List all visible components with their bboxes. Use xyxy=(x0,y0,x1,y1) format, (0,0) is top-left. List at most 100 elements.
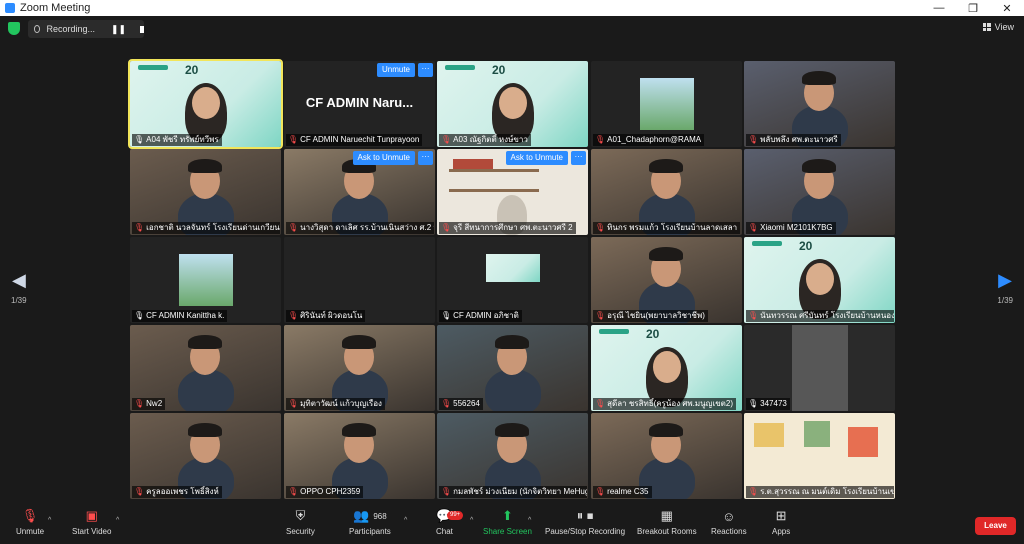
more-options-icon[interactable]: ··· xyxy=(571,151,586,165)
participant-namebar: 🎙 ทินกร พรมแก้ว โรงเรียนบ้านลาดเสลา xyxy=(593,222,741,234)
participant-name: ครูลออเพชร โพธิ์สิงห์ xyxy=(146,487,219,496)
participant-tile[interactable]: 🎙 ศิรินันท์ ผิวดอนโน xyxy=(284,237,435,323)
participant-name: ทินกร พรมแก้ว โรงเรียนบ้านลาดเสลา xyxy=(607,223,738,232)
participant-tile[interactable]: Ask to Unmute ··· 🎙 จุรี สีทนาการศึกษา ศพ.ต… xyxy=(437,149,588,235)
close-button[interactable]: ✕ xyxy=(990,2,1024,15)
participants-chevron-icon[interactable]: ^ xyxy=(404,517,407,524)
participant-tile[interactable]: 🎙 556264 xyxy=(437,325,588,411)
participant-tile[interactable]: 20 🎙 นันทวรรณ ศรีบันทร์ โรงเรียนบ้านหนองบั… xyxy=(744,237,895,323)
window-title: Zoom Meeting xyxy=(20,2,91,14)
participant-tile[interactable]: 🎙 CF ADMIN Kanittha k. xyxy=(130,237,281,323)
view-button[interactable]: View xyxy=(982,22,1014,32)
mic-muted-icon: 🎙 xyxy=(595,311,606,320)
microphone-muted-icon: 🎙 xyxy=(21,508,39,523)
apps-label: Apps xyxy=(772,527,791,536)
previous-page-arrow-icon[interactable]: ◀ xyxy=(12,270,26,291)
participant-tile[interactable]: 20 🎙 สุดีลา ชรสิทธิ์(ครูน้อง ศพ.มนูญเขต2) xyxy=(591,325,742,411)
security-button[interactable]: ⛨ Security xyxy=(286,507,315,536)
participant-tile[interactable]: 🎙 Xiaomi M2101K7BG xyxy=(744,149,895,235)
participant-tile[interactable]: 🎙 อรุณี ไชยิน(พยาบาลวิชาชีพ) xyxy=(591,237,742,323)
unmute-participant-button[interactable]: Unmute xyxy=(376,63,415,77)
participant-tile[interactable]: 🎙 ทินกร พรมแก้ว โรงเรียนบ้านลาดเสลา xyxy=(591,149,742,235)
participants-label: Participants xyxy=(349,527,391,536)
stop-recording-icon[interactable] xyxy=(140,25,144,33)
participant-tile[interactable]: Ask to Unmute ··· 🎙 นางวิสุดา ดาเลิศ รร.บ้า… xyxy=(284,149,435,235)
participants-icon: 👥 968 xyxy=(353,508,387,523)
mic-muted-icon: 🎙 xyxy=(134,223,145,232)
participant-name: กมลพัชร์ ม่วงเนียม (นักจิตวิทยา MeHug) xyxy=(453,487,587,496)
participant-tile[interactable]: 🎙 CF ADMIN อภิชาติ xyxy=(437,237,588,323)
participant-tile[interactable]: 🎙 Nw2 xyxy=(130,325,281,411)
participant-name: OPPO CPH2359 xyxy=(300,487,361,496)
participant-tile[interactable]: 20 🎙 A04 พัชรี ทรัพย์ทวีพร xyxy=(128,59,283,149)
reactions-button[interactable]: ☺ Reactions xyxy=(711,507,747,537)
recording-indicator: Recording... ❚❚ xyxy=(28,20,144,38)
participant-namebar: 🎙 CF ADMIN อภิชาติ xyxy=(439,310,522,322)
mic-muted-icon: 🎙 xyxy=(134,399,145,408)
more-options-icon[interactable]: ··· xyxy=(418,63,433,77)
unmute-button[interactable]: 🎙 Unmute xyxy=(16,507,44,536)
mic-muted-icon: 🎙 xyxy=(441,399,452,408)
chat-chevron-icon[interactable]: ^ xyxy=(470,517,473,524)
recording-label: Recording... xyxy=(46,24,95,34)
meeting-topbar: Recording... ❚❚ View xyxy=(0,16,1024,42)
mic-icon: 🎙 xyxy=(441,311,452,320)
participant-name: Xiaomi M2101K7BG xyxy=(760,223,833,232)
mic-muted-icon: 🎙 xyxy=(595,223,606,232)
pause-recording-icon[interactable]: ❚❚ xyxy=(111,24,126,35)
chat-unread-badge: 99+ xyxy=(447,511,464,520)
encryption-shield-icon[interactable] xyxy=(8,22,20,35)
participants-button[interactable]: 👥 968 Participants xyxy=(349,507,391,536)
mic-muted-icon: 🎙 xyxy=(748,135,759,144)
view-label: View xyxy=(994,22,1014,32)
ask-to-unmute-button[interactable]: Ask to Unmute xyxy=(352,151,415,165)
banner-number: 20 xyxy=(492,63,506,77)
participant-tile[interactable]: 🎙 realme C35 xyxy=(591,413,742,499)
participant-tile[interactable]: 🎙 347473 xyxy=(744,325,895,411)
mic-muted-icon: 🎙 xyxy=(595,135,606,144)
tile-display-name: CF ADMIN Naru... xyxy=(305,95,414,110)
audio-options-chevron-icon[interactable]: ^ xyxy=(48,517,51,524)
participant-tile[interactable]: CF ADMIN Naru... Unmute ··· 🎙 CF ADMIN Narue… xyxy=(284,61,435,147)
participant-name: Nw2 xyxy=(146,399,163,408)
participant-tile[interactable]: 🎙ร.ต.สุวรรณ ณ มนต์เดิม โรงเรียนบ้านเขาวง… xyxy=(744,413,895,499)
participant-tile[interactable]: 🎙 ครูลออเพชร โพธิ์สิงห์ xyxy=(130,413,281,499)
participant-tile[interactable]: 🎙 กมลพัชร์ ม่วงเนียม (นักจิตวิทยา MeHug) xyxy=(437,413,588,499)
video-options-chevron-icon[interactable]: ^ xyxy=(116,517,119,524)
minimize-button[interactable]: — xyxy=(922,2,956,14)
ask-to-unmute-button[interactable]: Ask to Unmute xyxy=(505,151,568,165)
apps-button[interactable]: ⊞ Apps xyxy=(772,507,790,536)
participant-namebar: 🎙 CF ADMIN Kanittha k. xyxy=(132,310,228,322)
participant-namebar: 🎙 Xiaomi M2101K7BG xyxy=(746,222,836,234)
zoom-app-icon xyxy=(5,3,15,13)
start-video-button[interactable]: ▣ Start Video xyxy=(72,507,111,536)
security-label: Security xyxy=(286,527,315,536)
participant-namebar: 🎙 Nw2 xyxy=(132,398,166,410)
share-screen-label: Share Screen xyxy=(483,527,532,536)
participant-namebar: 🎙 347473 xyxy=(746,398,790,410)
next-page-arrow-icon[interactable]: ▶ xyxy=(998,270,1012,291)
share-options-chevron-icon[interactable]: ^ xyxy=(528,517,531,524)
share-screen-button[interactable]: ⬆ Share Screen xyxy=(483,507,532,536)
participant-name: A01_Chadaphorn@RAMA xyxy=(607,135,702,144)
pause-stop-icon: ⏸ ⏹ xyxy=(576,508,594,523)
breakout-rooms-label: Breakout Rooms xyxy=(637,527,697,536)
participant-tile[interactable]: 🎙เอกชาติ นวลจันทร์ โรงเรียนด่านเกวียนวิท… xyxy=(130,149,281,235)
page-indicator-left: 1/39 xyxy=(11,296,27,305)
participant-tile[interactable]: 20 🎙 A03 ณัฐกิตติ์ หงษ์ขาว xyxy=(437,61,588,147)
participant-namebar: 🎙 556264 xyxy=(439,398,483,410)
maximize-button[interactable]: ❐ xyxy=(956,2,990,15)
participant-tile[interactable]: 🎙 มุทิตาวัฒน์ แก้วบุญเรือง xyxy=(284,325,435,411)
leave-button[interactable]: Leave xyxy=(975,517,1016,535)
participant-tile[interactable]: 🎙 พลับพลึง ศพ.ตะนาวศรี xyxy=(744,61,895,147)
mic-muted-icon: 🎙 xyxy=(288,135,299,144)
more-options-icon[interactable]: ··· xyxy=(418,151,433,165)
participant-name: เอกชาติ นวลจันทร์ โรงเรียนด่านเกวียนวิทย… xyxy=(146,223,280,232)
participant-tile[interactable]: 🎙 OPPO CPH2359 xyxy=(284,413,435,499)
breakout-rooms-icon: ▦ xyxy=(660,508,673,523)
participant-tile[interactable]: 🎙 A01_Chadaphorn@RAMA xyxy=(591,61,742,147)
pause-stop-recording-button[interactable]: ⏸ ⏹ Pause/Stop Recording xyxy=(545,507,625,536)
breakout-rooms-button[interactable]: ▦ Breakout Rooms xyxy=(637,507,697,536)
mic-muted-icon: 🎙 xyxy=(748,223,759,232)
participant-namebar: 🎙 A01_Chadaphorn@RAMA xyxy=(593,134,705,146)
